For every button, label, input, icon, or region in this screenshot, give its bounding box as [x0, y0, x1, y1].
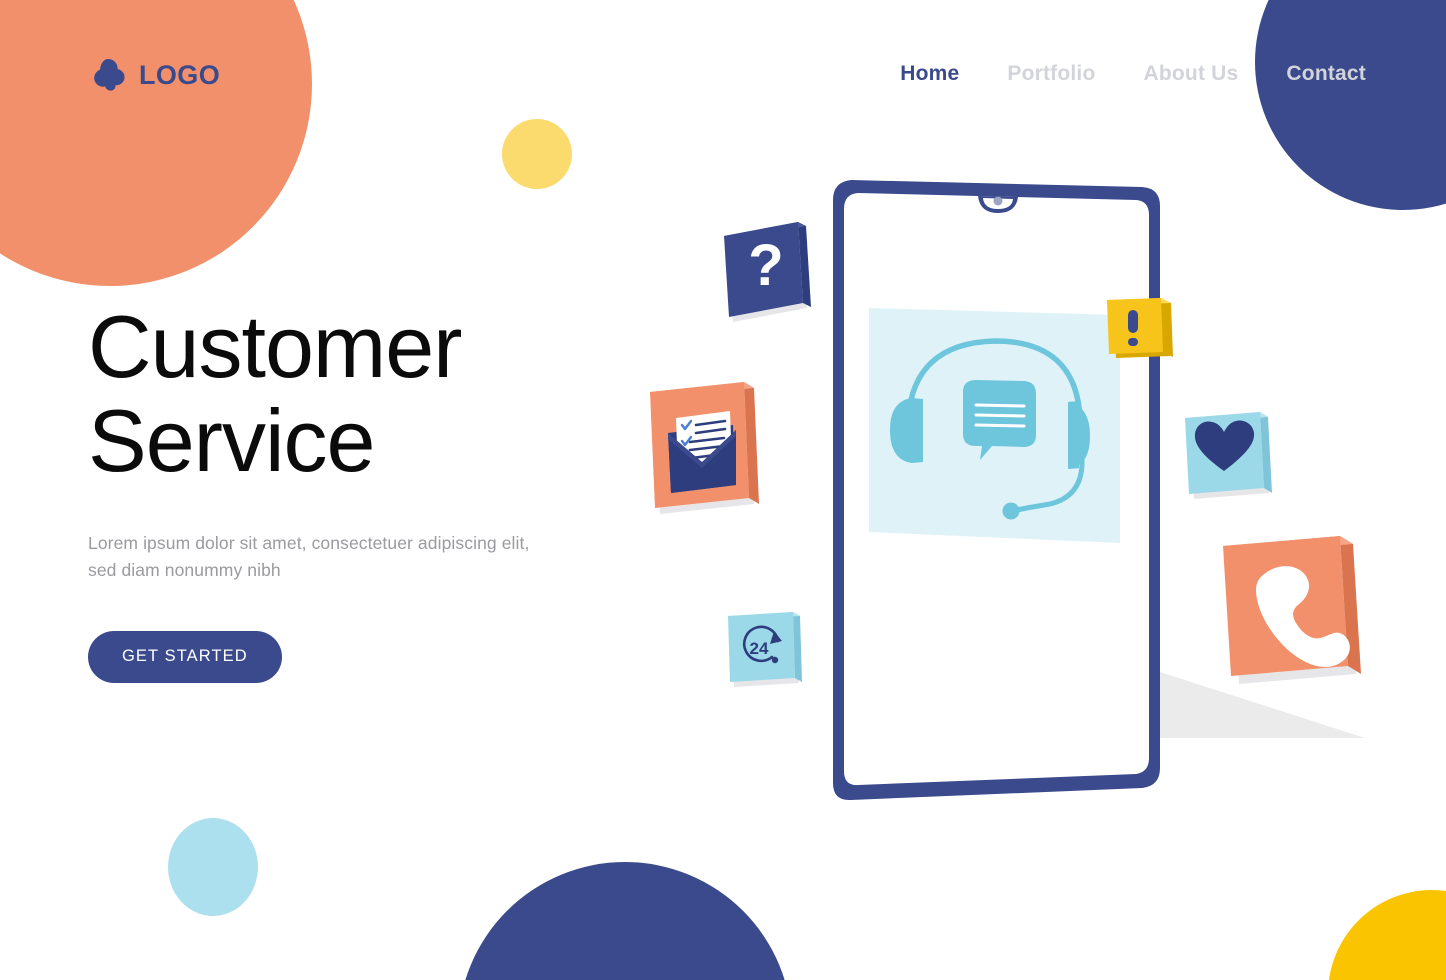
heart-card-shape [1185, 412, 1272, 499]
svg-text:24: 24 [750, 639, 769, 658]
alert-exclamation-card-shape [1107, 298, 1173, 358]
nav-item-about-us[interactable]: About Us [1144, 62, 1239, 86]
cloud-logo-icon [94, 59, 125, 91]
decor-circle-lightblue-bottom-left [168, 818, 258, 916]
landing-page: ? 24 Customer Service Lorem ipsum dolor … [0, 0, 1446, 980]
page-title: Customer Service [88, 297, 608, 491]
brand-name-text: LOGO [139, 59, 221, 90]
clock-24-card-shape: 24 [728, 612, 802, 687]
hero-section: Customer Service Lorem ipsum dolor sit a… [88, 297, 608, 683]
hero-title-line2: Service [88, 391, 375, 491]
nav-item-portfolio[interactable]: Portfolio [1007, 62, 1095, 86]
get-started-button[interactable]: GET STARTED [88, 630, 282, 683]
email-envelope-card-shape [650, 382, 759, 514]
decor-circle-yellow-bottom-right [1328, 890, 1446, 980]
site-header: LOGO Home Portfolio About Us Contact [0, 0, 1446, 150]
customer-service-illustration: ? 24 [620, 160, 1410, 860]
main-navigation: Home Portfolio About Us Contact [900, 62, 1366, 86]
decor-circle-navy-bottom [458, 862, 792, 980]
hero-title-line1: Customer [88, 297, 462, 396]
nav-item-contact[interactable]: Contact [1286, 62, 1366, 86]
phone-handset-card-shape [1223, 536, 1361, 684]
nav-item-home[interactable]: Home [900, 62, 959, 86]
hero-subtitle: Lorem ipsum dolor sit amet, consectetuer… [88, 533, 530, 580]
smartphone-mockup-shape [833, 180, 1160, 801]
svg-text:?: ? [748, 233, 783, 298]
brand-logo[interactable]: LOGO [88, 55, 220, 95]
question-mark-card-shape: ? [724, 222, 811, 322]
